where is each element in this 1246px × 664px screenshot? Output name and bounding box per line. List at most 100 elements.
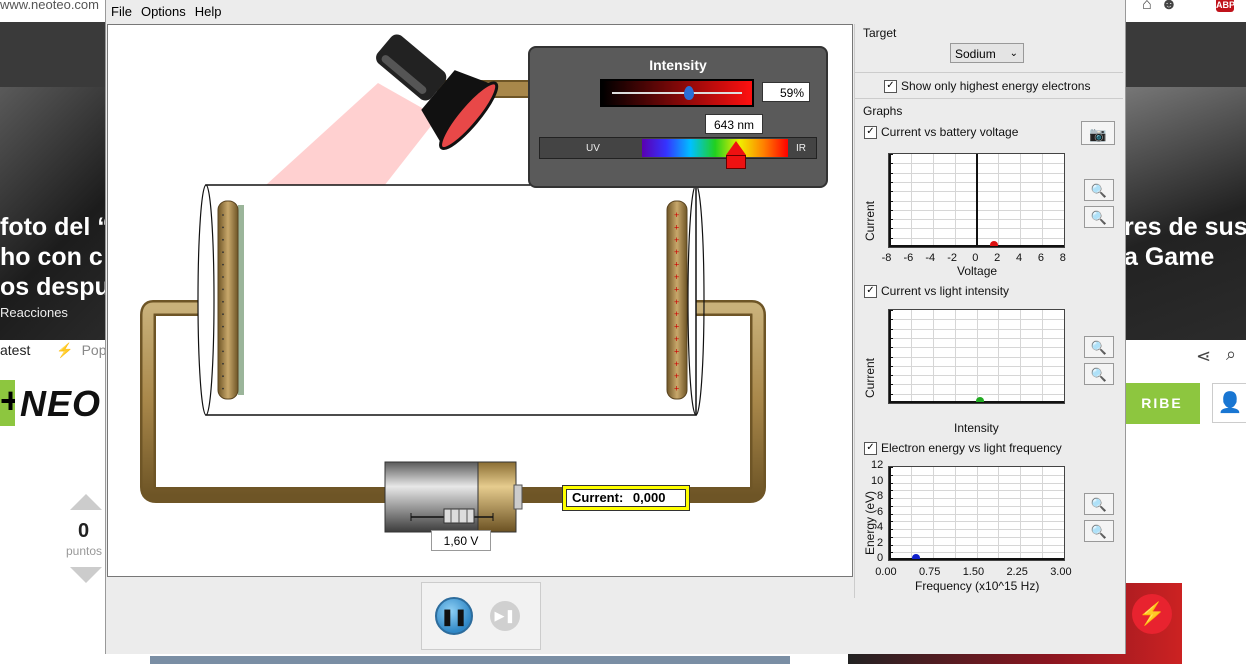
graph1-checkbox[interactable]: ✓: [864, 126, 877, 139]
intensity-slider[interactable]: [600, 79, 754, 107]
step-button[interactable]: ▶❚: [490, 601, 520, 631]
tick-label: 4: [877, 521, 884, 533]
tab-latest[interactable]: atest: [0, 342, 30, 358]
graph2-label: Current vs light intensity: [881, 284, 1010, 298]
grid-line: [889, 356, 1064, 358]
tick-label: 3.00: [1050, 566, 1072, 578]
battery-voltage-field[interactable]: 1,60 V: [431, 530, 491, 551]
y-axis-line: [889, 310, 891, 403]
grid-line: [889, 498, 1064, 499]
intensity-graph: [888, 309, 1065, 404]
menu-bar: File Options Help: [106, 4, 1125, 22]
grid-line: [889, 375, 1064, 377]
site-logo[interactable]: NEO: [20, 383, 101, 425]
zoom-in-icon[interactable]: 🔍: [1084, 493, 1114, 515]
x-axis: [889, 245, 1064, 247]
graph2-xlabel: Intensity: [954, 421, 999, 435]
energy-graph: [888, 466, 1065, 561]
tick-label: -4: [925, 252, 936, 264]
y-axis-line: [889, 154, 891, 247]
playback-controls: ❚❚ ▶❚: [421, 582, 541, 650]
menu-options[interactable]: Options: [141, 4, 186, 19]
tick-label: 6: [1037, 252, 1045, 264]
target-plate: [238, 205, 244, 395]
tick-label: 4: [1016, 252, 1023, 264]
plus-mark: +: [674, 346, 679, 356]
wavelength-slider[interactable]: UV IR: [539, 137, 817, 159]
plus-mark: +: [674, 322, 679, 332]
plus-mark: +: [674, 210, 679, 220]
zoom-in-icon[interactable]: 🔍: [1084, 179, 1114, 201]
zoom-in-icon[interactable]: 🔍: [1084, 336, 1114, 358]
reactions-label[interactable]: Reacciones: [0, 305, 68, 320]
article-image: [150, 656, 790, 664]
plus-mark: +: [674, 309, 679, 319]
plus-marks: + + + + + + + + + + + + + + +: [674, 210, 679, 394]
control-sidebar: Target Sodium ⌄ ✓ Show only highest ener…: [854, 24, 1123, 598]
plus-mark: +: [674, 272, 679, 282]
graph3-ylabel: Energy (eV): [863, 490, 877, 555]
show-highest-checkbox[interactable]: ✓: [884, 80, 897, 93]
grid-line: [889, 337, 1064, 339]
browser-icons: ⌂ ☻: [1142, 0, 1178, 13]
graph3-checkbox[interactable]: ✓: [864, 442, 877, 455]
headline-left-3[interactable]: os despu: [0, 272, 110, 302]
show-highest-label: Show only highest energy electrons: [901, 79, 1091, 93]
grid-line: [889, 474, 1064, 476]
electron-mark: [222, 214, 224, 216]
site-tabs: atest ⚡ Popu: [0, 342, 114, 359]
tick-label: -8: [881, 252, 892, 264]
wavelength-thumb-base[interactable]: [726, 155, 746, 169]
tick-label: 6: [877, 505, 884, 518]
menu-help[interactable]: Help: [195, 4, 222, 19]
grid-line: [889, 529, 1064, 530]
graph3-label: Electron energy vs light frequency: [881, 441, 1062, 455]
intensity-value-field[interactable]: 59%: [762, 82, 810, 102]
plus-mark: +: [674, 247, 679, 257]
graph2-checkbox[interactable]: ✓: [864, 285, 877, 298]
current-readout: Current: 0,000: [562, 485, 690, 511]
grid-line: [889, 482, 1064, 484]
vote-down-icon[interactable]: [70, 567, 102, 583]
electron-mark: [222, 375, 224, 378]
plus-mark: +: [674, 297, 679, 307]
tick-label: 1.50: [962, 566, 985, 578]
zoom-out-icon[interactable]: 🔍: [1084, 206, 1114, 228]
electron-mark: [222, 362, 224, 365]
share-icon[interactable]: ⋖: [1196, 346, 1211, 367]
user-icon[interactable]: 👤: [1212, 383, 1246, 423]
wavelength-thumb[interactable]: [726, 141, 746, 155]
zoom-out-icon[interactable]: 🔍: [1084, 520, 1114, 542]
electron-mark: [222, 300, 224, 303]
subscribe-button[interactable]: RIBE: [1124, 383, 1200, 424]
graph1-xlabel: Voltage: [957, 264, 998, 278]
tick-label: 8: [877, 490, 884, 502]
vote-up-icon[interactable]: [70, 494, 102, 510]
menu-file[interactable]: File: [111, 4, 132, 19]
grid-line: [889, 490, 1064, 492]
grid-line: [889, 347, 1064, 349]
uv-label: UV: [586, 143, 600, 154]
plus-mark: +: [674, 334, 679, 344]
wavelength-value-field[interactable]: 643 nm: [705, 114, 763, 134]
grid-line: [889, 328, 1064, 330]
grid-line: [889, 393, 1064, 395]
target-select[interactable]: Sodium ⌄: [950, 43, 1024, 63]
electron-mark: [222, 350, 224, 353]
grid-line: [889, 513, 1064, 515]
pause-button[interactable]: ❚❚: [435, 597, 473, 635]
headline-left-2[interactable]: ho con c: [0, 242, 103, 272]
adblock-icon: ABP: [1216, 0, 1236, 12]
intensity-thumb[interactable]: [683, 86, 694, 100]
flash-icon[interactable]: ⚡: [1132, 594, 1172, 634]
headline-right-1[interactable]: res de sus: [1124, 212, 1246, 242]
electron-mark: [222, 288, 224, 291]
search-icon[interactable]: ⌕: [1226, 344, 1236, 365]
headline-right-2[interactable]: a Game: [1124, 242, 1214, 272]
zoom-out-icon[interactable]: 🔍: [1084, 363, 1114, 385]
electron-mark: [222, 387, 224, 390]
camera-icon[interactable]: 📷: [1081, 121, 1115, 145]
target-label: Target: [863, 26, 897, 40]
data-point: [976, 397, 985, 402]
headline-left-1[interactable]: foto del “: [0, 212, 110, 242]
